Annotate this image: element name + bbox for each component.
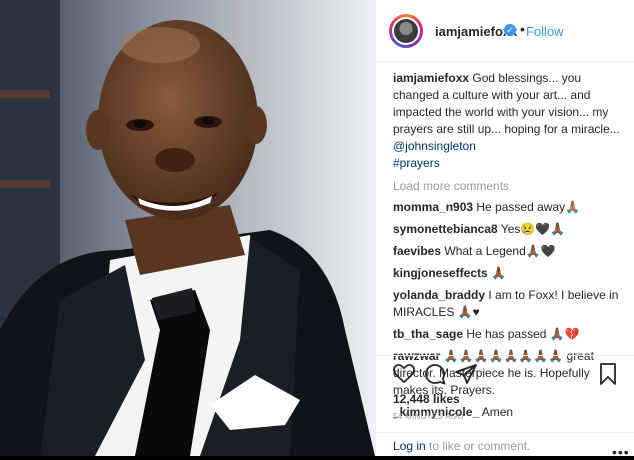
login-suffix: to like or comment. xyxy=(425,439,531,453)
comment: symonettebianca8 Yes😢🖤🙏🏾 xyxy=(393,221,625,238)
more-options-icon[interactable]: ••• xyxy=(612,444,630,460)
comment-username[interactable]: momma_n903 xyxy=(393,200,473,214)
share-icon[interactable] xyxy=(454,362,478,386)
comment-text: He has passed 🙏🏾💔 xyxy=(463,327,580,341)
comment: yolanda_braddy I am to Foxx! I believe i… xyxy=(393,287,625,321)
comment: momma_n903 He passed away🙏🏽 xyxy=(393,199,625,216)
follow-button[interactable]: Follow xyxy=(526,24,564,39)
comment: kingjoneseffects 🙏🏾 xyxy=(393,265,625,282)
login-link[interactable]: Log in xyxy=(393,439,426,453)
heart-icon[interactable] xyxy=(392,362,416,386)
comment-username[interactable]: tb_tha_sage xyxy=(393,327,463,341)
comment-username[interactable]: yolanda_braddy xyxy=(393,288,485,302)
header-separator: • xyxy=(520,21,525,37)
avatar[interactable] xyxy=(389,14,423,48)
comment-icon[interactable] xyxy=(423,362,447,386)
hashtag-link[interactable]: #prayers xyxy=(393,156,440,170)
post-photo[interactable] xyxy=(0,0,375,456)
comment-text: What a Legend🙏🏾🖤 xyxy=(441,244,556,258)
comment-username[interactable]: faevibes xyxy=(393,244,441,258)
mention-link[interactable]: @johnsingleton xyxy=(393,139,476,153)
post-caption: iamjamiefoxx God blessings... you change… xyxy=(393,70,625,172)
bookmark-icon[interactable] xyxy=(596,362,620,386)
comment: tb_tha_sage He has passed 🙏🏾💔 xyxy=(393,326,625,343)
caption-username[interactable]: iamjamiefoxx xyxy=(393,71,469,85)
likes-count[interactable]: 12,448 likes xyxy=(393,392,460,406)
post-actions: 12,448 likes 54 MINUTES AGO Log in to li… xyxy=(376,355,634,460)
post-header: iamjamiefoxx ✓ • Follow xyxy=(376,0,634,62)
post-sidebar: iamjamiefoxx ✓ • Follow iamjamiefoxx God… xyxy=(375,0,634,460)
comment: faevibes What a Legend🙏🏾🖤 xyxy=(393,243,625,260)
comment-username[interactable]: symonettebianca8 xyxy=(393,222,498,236)
instagram-post: iamjamiefoxx ✓ • Follow iamjamiefoxx God… xyxy=(0,0,634,460)
login-prompt: Log in to like or comment. xyxy=(393,439,530,453)
login-bar: Log in to like or comment. ••• xyxy=(376,432,634,460)
load-more-comments-button[interactable]: Load more comments xyxy=(393,178,625,195)
post-timestamp[interactable]: 54 MINUTES AGO xyxy=(393,412,464,421)
comment-text: Yes😢🖤🙏🏾 xyxy=(497,222,566,236)
comment-text: He passed away🙏🏽 xyxy=(473,200,581,214)
comment-username[interactable]: kingjoneseffects xyxy=(393,266,488,280)
avatar-image xyxy=(394,19,418,43)
comment-text: 🙏🏾 xyxy=(487,266,506,280)
portrait-image xyxy=(0,0,375,456)
verified-badge-icon: ✓ xyxy=(504,24,516,36)
